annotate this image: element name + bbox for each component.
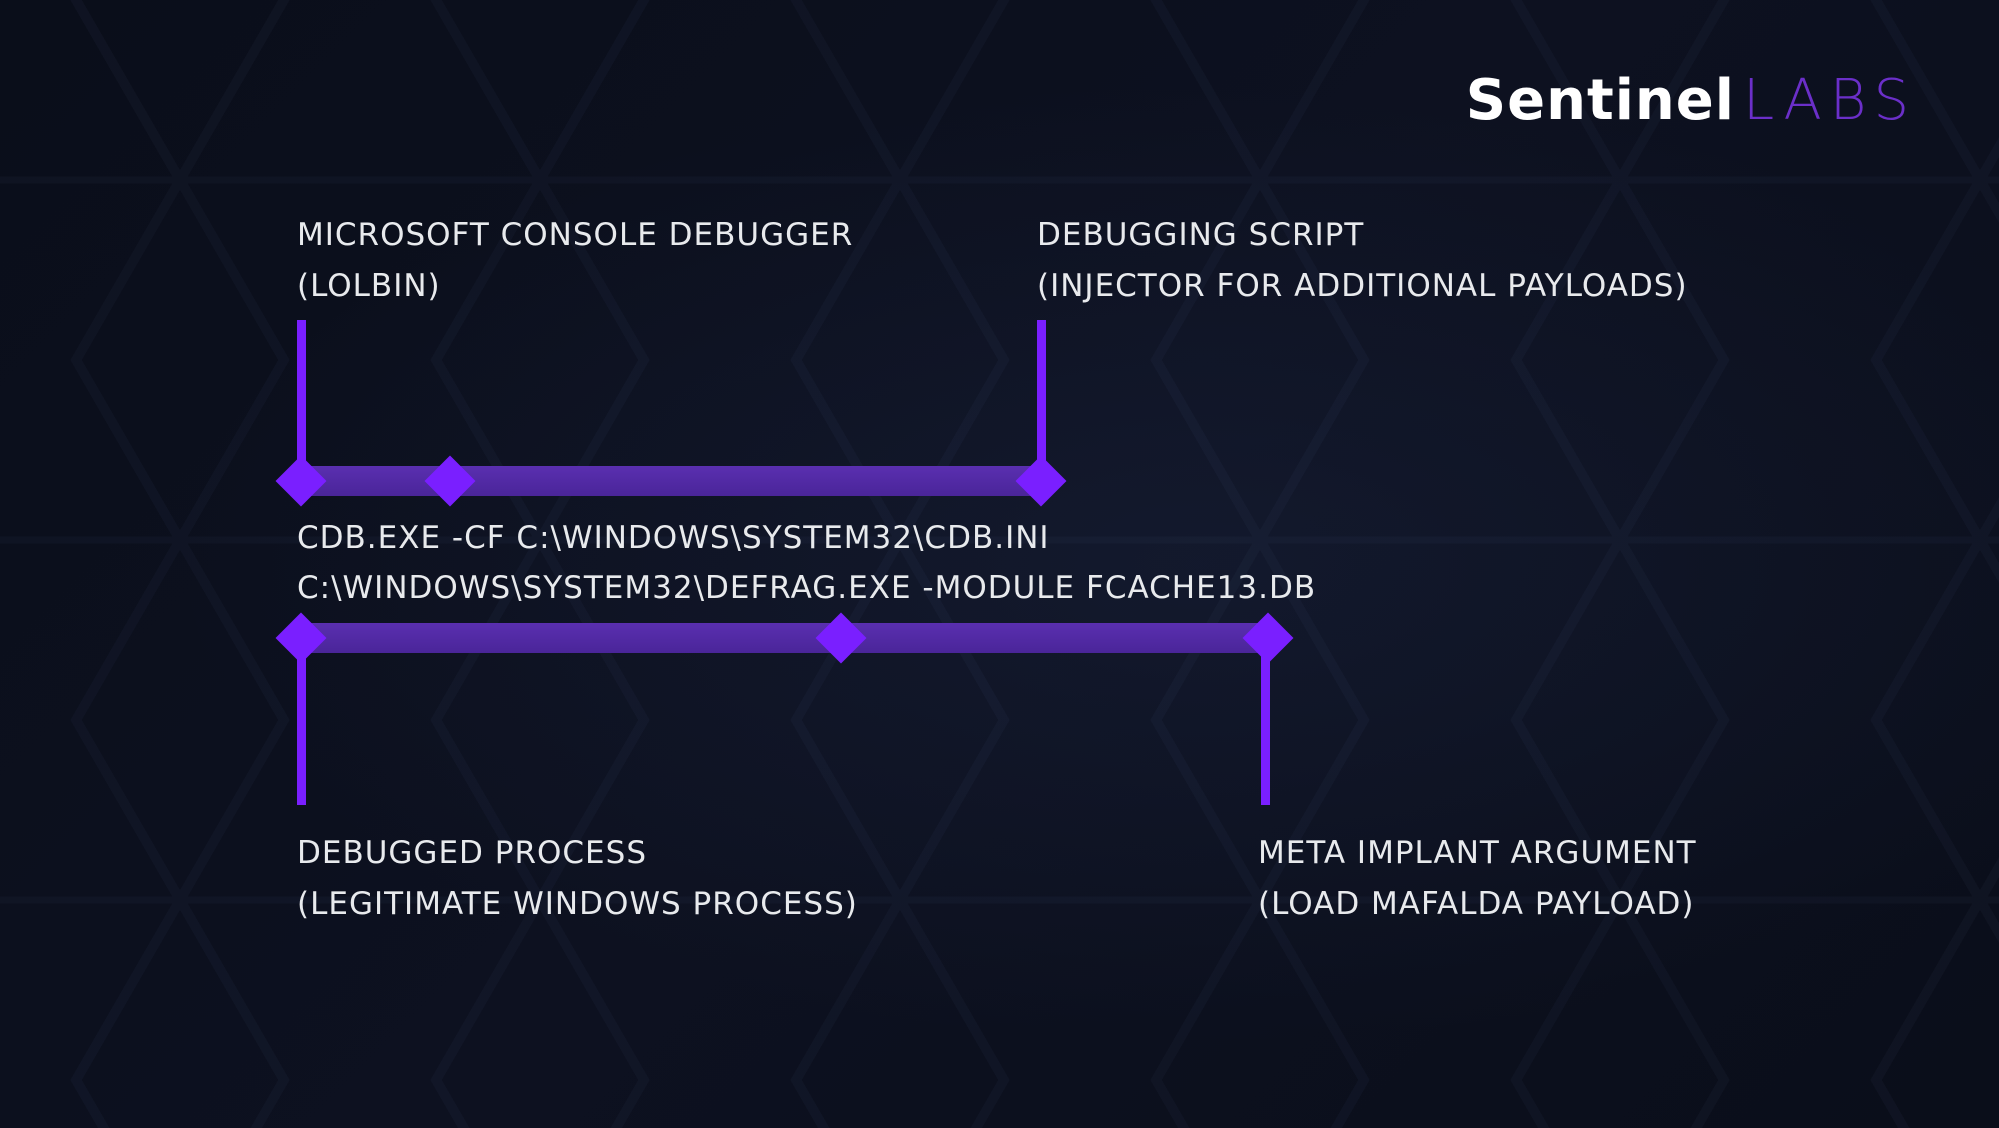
label-bottom-left-line2: (LEGITIMATE WINDOWS PROCESS): [297, 879, 858, 930]
brand-part2: LABS: [1743, 68, 1917, 133]
diamond-bottom-2: [816, 613, 867, 664]
label-top-right-line2: (INJECTOR FOR ADDITIONAL PAYLOADS): [1037, 261, 1688, 312]
background-hex-pattern: [0, 0, 1999, 1128]
label-top-left-line2: (LOLBIN): [297, 261, 853, 312]
connector-bottom-right-vline: [1261, 640, 1270, 805]
connector-bottom-hbar: [297, 623, 1265, 653]
diamond-top-3: [1016, 456, 1067, 507]
command-line-1: CDB.EXE -CF C:\WINDOWS\SYSTEM32\CDB.INI: [297, 520, 1050, 556]
label-bottom-left-line1: DEBUGGED PROCESS: [297, 828, 858, 879]
label-top-right: DEBUGGING SCRIPT (INJECTOR FOR ADDITIONA…: [1037, 210, 1688, 312]
label-bottom-right-line2: (LOAD MAFALDA PAYLOAD): [1258, 879, 1697, 930]
command-line-2: C:\WINDOWS\SYSTEM32\DEFRAG.EXE -MODULE F…: [297, 570, 1316, 606]
diamond-top-2: [425, 456, 476, 507]
brand-logo: SentinelLABS: [1466, 68, 1917, 133]
brand-part1: Sentinel: [1466, 68, 1735, 133]
label-bottom-right-line1: META IMPLANT ARGUMENT: [1258, 828, 1697, 879]
connector-top-hbar: [297, 466, 1046, 496]
label-bottom-left: DEBUGGED PROCESS (LEGITIMATE WINDOWS PRO…: [297, 828, 858, 930]
diamond-top-1: [276, 456, 327, 507]
label-top-left-line1: MICROSOFT CONSOLE DEBUGGER: [297, 210, 853, 261]
label-bottom-right: META IMPLANT ARGUMENT (LOAD MAFALDA PAYL…: [1258, 828, 1697, 930]
connector-bottom-left-vline: [297, 640, 306, 805]
label-top-right-line1: DEBUGGING SCRIPT: [1037, 210, 1688, 261]
label-top-left: MICROSOFT CONSOLE DEBUGGER (LOLBIN): [297, 210, 853, 312]
